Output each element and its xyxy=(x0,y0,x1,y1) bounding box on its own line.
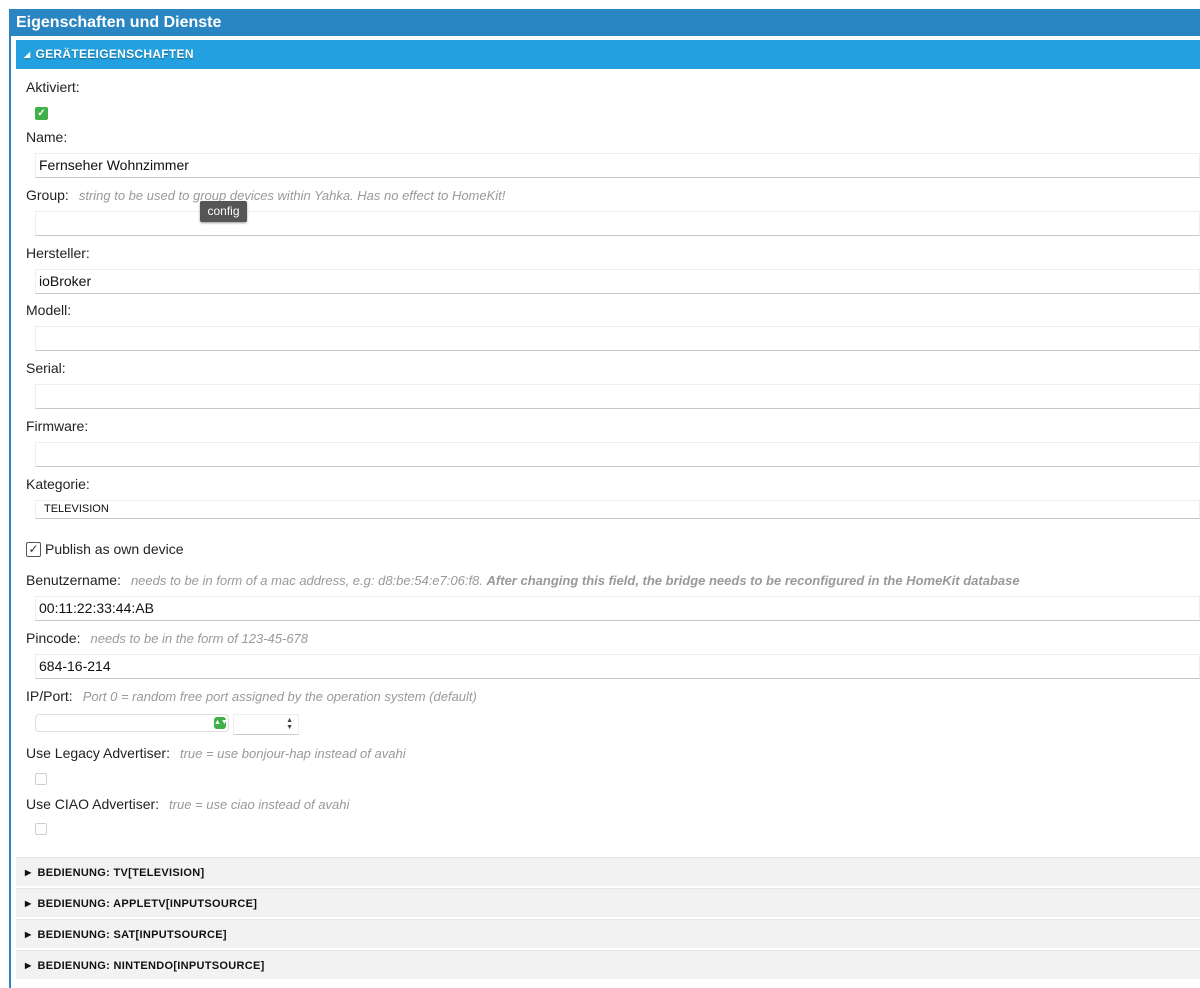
username-label: Benutzername: xyxy=(26,572,121,588)
service-row[interactable]: ▶ BEDIENUNG: APPLETV[INPUTSOURCE] xyxy=(16,888,1200,917)
firmware-input[interactable] xyxy=(35,442,1200,467)
username-input[interactable]: 00:11:22:33:44:AB xyxy=(35,596,1200,621)
model-input[interactable] xyxy=(35,326,1200,351)
serial-input[interactable] xyxy=(35,384,1200,409)
username-hint: needs to be in form of a mac address, e.… xyxy=(130,573,1020,588)
publish-label: Publish as own device xyxy=(45,541,184,557)
section-header-device-properties[interactable]: ◢ GERÄTEEIGENSCHAFTEN xyxy=(16,40,1200,69)
ciao-hint: true = use ciao instead of avahi xyxy=(169,797,350,812)
check-icon: ✓ xyxy=(37,108,46,119)
group-label: Group: xyxy=(26,187,69,203)
service-label: BEDIENUNG: APPLETV[INPUTSOURCE] xyxy=(37,898,258,910)
manufacturer-label: Hersteller: xyxy=(26,245,90,261)
activated-checkbox[interactable]: ✓ xyxy=(35,107,48,120)
category-label: Kategorie: xyxy=(26,476,90,492)
name-label: Name: xyxy=(26,129,68,145)
chevron-updown-icon: ▲▼ xyxy=(214,717,228,729)
service-row[interactable]: ▶ BEDIENUNG: TV[TELEVISION] xyxy=(16,857,1200,886)
manufacturer-input[interactable]: ioBroker xyxy=(35,269,1200,294)
ciao-label-row: Use CIAO Advertiser: true = use ciao inst… xyxy=(26,796,349,812)
section-title: GERÄTEEIGENSCHAFTEN xyxy=(35,47,194,61)
triangle-down-icon: ◢ xyxy=(24,50,31,59)
top-strip xyxy=(0,0,1200,9)
ipport-label: IP/Port: xyxy=(26,688,73,704)
panel-border xyxy=(9,36,11,988)
name-input[interactable]: Fernseher Wohnzimmer xyxy=(35,153,1200,178)
model-label: Modell: xyxy=(26,302,72,318)
serial-label: Serial: xyxy=(26,360,66,376)
check-icon: ✓ xyxy=(28,542,39,556)
service-row[interactable]: ▶ BEDIENUNG: NINTENDO[INPUTSOURCE] xyxy=(16,950,1200,979)
legacy-hint: true = use bonjour-hap instead of avahi xyxy=(179,746,406,761)
window-title: Eigenschaften und Dienste xyxy=(9,9,1200,36)
triangle-right-icon: ▶ xyxy=(25,868,32,877)
pincode-label-row: Pincode: needs to be in the form of 123-4… xyxy=(26,630,308,646)
group-label-row: Group: string to be used to group devices… xyxy=(26,187,505,203)
service-label: BEDIENUNG: SAT[INPUTSOURCE] xyxy=(37,929,227,941)
triangle-right-icon: ▶ xyxy=(25,930,32,939)
username-label-row: Benutzername: needs to be in form of a ma… xyxy=(26,572,1020,588)
legacy-label-row: Use Legacy Advertiser: true = use bonjour… xyxy=(26,745,406,761)
category-select[interactable]: TELEVISION xyxy=(35,500,1200,519)
stepper-arrows-icon[interactable]: ▲ ▼ xyxy=(286,717,293,731)
triangle-right-icon: ▶ xyxy=(25,899,32,908)
pincode-label: Pincode: xyxy=(26,630,81,646)
group-hint: string to be used to group devices withi… xyxy=(78,188,506,203)
firmware-label: Firmware: xyxy=(26,418,89,434)
pincode-input[interactable]: 684-16-214 xyxy=(35,654,1200,679)
legacy-label: Use Legacy Advertiser: xyxy=(26,745,170,761)
config-tooltip: config xyxy=(200,201,247,222)
publish-checkbox[interactable]: ✓ xyxy=(26,542,41,557)
activated-label: Aktiviert: xyxy=(26,79,80,95)
ciao-label: Use CIAO Advertiser: xyxy=(26,796,160,812)
service-label: BEDIENUNG: TV[TELEVISION] xyxy=(37,867,205,879)
legacy-checkbox[interactable] xyxy=(35,773,47,785)
service-label: BEDIENUNG: NINTENDO[INPUTSOURCE] xyxy=(37,960,265,972)
triangle-right-icon: ▶ xyxy=(25,961,32,970)
ciao-checkbox[interactable] xyxy=(35,823,47,835)
service-row[interactable]: ▶ BEDIENUNG: SAT[INPUTSOURCE] xyxy=(16,919,1200,948)
ipport-hint: Port 0 = random free port assigned by th… xyxy=(82,689,477,704)
ipport-label-row: IP/Port: Port 0 = random free port assign… xyxy=(26,688,477,704)
port-stepper[interactable]: ▲ ▼ xyxy=(233,714,299,735)
ip-select[interactable]: ▲▼ xyxy=(35,714,229,732)
pincode-hint: needs to be in the form of 123-45-678 xyxy=(90,631,309,646)
